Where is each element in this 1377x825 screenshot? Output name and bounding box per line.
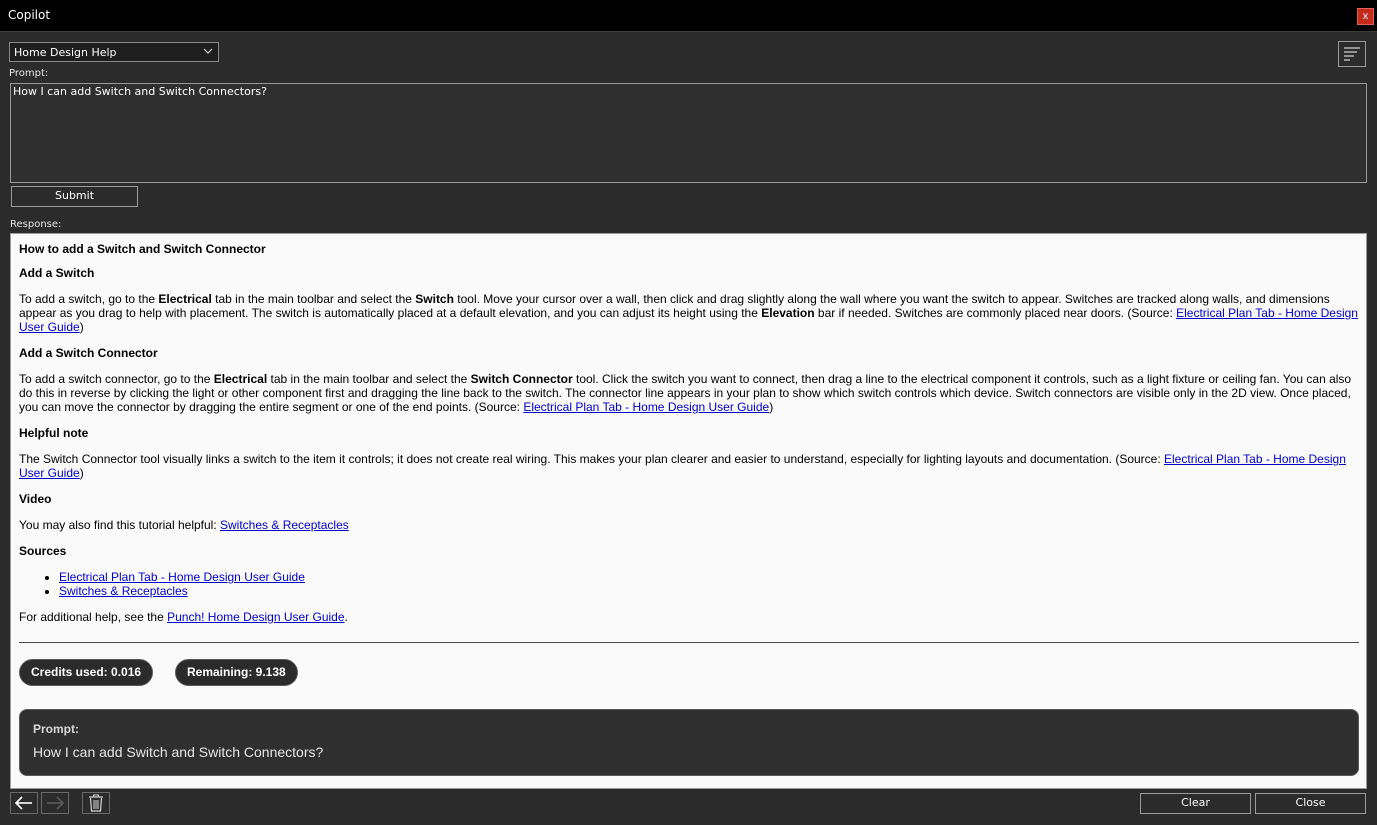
prompt-history-bubble: Prompt: How I can add Switch and Switch … — [19, 709, 1359, 776]
chevron-down-icon — [203, 48, 213, 54]
menu-lines-icon — [1344, 47, 1360, 61]
response-title: How to add a Switch and Switch Connector — [19, 242, 266, 256]
footer-text: For additional help, see the Punch! Home… — [19, 610, 348, 624]
back-button[interactable] — [10, 792, 38, 814]
list-item: Switches & Receptacles — [59, 584, 305, 598]
section-heading: Helpful note — [19, 426, 89, 440]
section-heading: Add a Switch Connector — [19, 346, 158, 360]
section-heading: Sources — [19, 544, 67, 558]
options-menu-button[interactable] — [1338, 41, 1366, 67]
arrow-right-icon — [47, 796, 65, 810]
trash-icon — [89, 794, 103, 812]
source-link[interactable]: Electrical Plan Tab - Home Design User G… — [523, 400, 769, 414]
credits-used-badge: Credits used: 0.016 — [19, 659, 154, 686]
prompt-input[interactable]: How I can add Switch and Switch Connecto… — [10, 83, 1367, 183]
window-close-button[interactable]: x — [1357, 8, 1374, 25]
close-button[interactable]: Close — [1255, 793, 1366, 814]
source-link[interactable]: Electrical Plan Tab - Home Design User G… — [59, 570, 305, 584]
delete-button[interactable] — [82, 792, 110, 814]
window-title: Copilot — [8, 8, 51, 22]
video-link[interactable]: Switches & Receptacles — [220, 518, 349, 532]
response-label: Response: — [10, 219, 62, 230]
mode-select-value: Home Design Help — [14, 46, 117, 59]
user-guide-link[interactable]: Punch! Home Design User Guide — [167, 610, 344, 624]
bubble-text: How I can add Switch and Switch Connecto… — [33, 744, 324, 760]
section-paragraph: You may also find this tutorial helpful:… — [19, 518, 349, 532]
divider — [19, 642, 1359, 643]
mode-select[interactable]: Home Design Help — [9, 42, 219, 62]
response-panel: How to add a Switch and Switch Connector… — [10, 233, 1367, 789]
bubble-label: Prompt: — [33, 722, 79, 736]
section-paragraph: To add a switch connector, go to the Ele… — [19, 372, 1352, 414]
submit-button[interactable]: Submit — [11, 186, 138, 207]
arrow-left-icon — [14, 796, 32, 810]
sources-list: Electrical Plan Tab - Home Design User G… — [19, 570, 305, 598]
title-bar: Copilot x — [0, 0, 1377, 32]
section-paragraph: To add a switch, go to the Electrical ta… — [19, 292, 1358, 334]
list-item: Electrical Plan Tab - Home Design User G… — [59, 570, 305, 584]
prompt-label: Prompt: — [9, 68, 49, 79]
remaining-credits-badge: Remaining: 9.138 — [175, 659, 298, 686]
source-link[interactable]: Switches & Receptacles — [59, 584, 188, 598]
section-heading: Video — [19, 492, 52, 506]
section-paragraph: The Switch Connector tool visually links… — [19, 452, 1346, 480]
section-heading: Add a Switch — [19, 266, 95, 280]
forward-button[interactable] — [41, 792, 69, 814]
clear-button[interactable]: Clear — [1140, 793, 1251, 814]
